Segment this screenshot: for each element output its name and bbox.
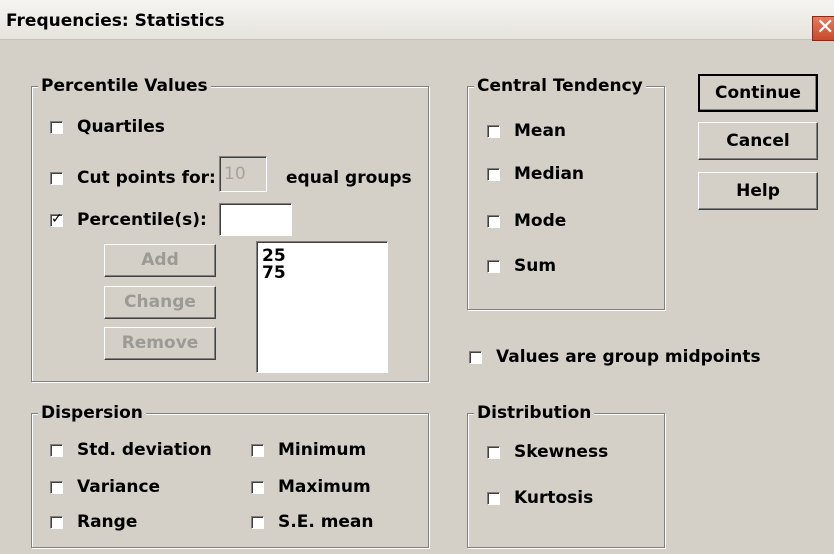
distribution-group: Distribution: [467, 402, 665, 548]
skewness-checkbox[interactable]: Skewness: [487, 442, 608, 462]
equal-groups-label: equal groups: [286, 168, 412, 188]
cut-points-checkbox[interactable]: Cut points for:: [50, 168, 216, 188]
kurtosis-checkbox[interactable]: Kurtosis: [487, 488, 593, 508]
cut-points-input: 10: [219, 156, 267, 192]
minimum-box[interactable]: [251, 443, 264, 457]
central-tendency-group: Central Tendency: [467, 75, 665, 310]
percentile-list[interactable]: 25 75: [256, 241, 388, 373]
range-box[interactable]: [50, 515, 63, 529]
minimum-label: Minimum: [278, 440, 367, 460]
title-bar: Frequencies: Statistics ✕: [0, 0, 834, 41]
sum-box[interactable]: [487, 259, 500, 273]
percentile-input[interactable]: [219, 203, 292, 236]
mode-checkbox[interactable]: Mode: [487, 211, 566, 231]
range-checkbox[interactable]: Range: [50, 512, 137, 532]
mode-box[interactable]: [487, 214, 500, 228]
kurtosis-box[interactable]: [487, 491, 500, 505]
change-button[interactable]: Change: [104, 286, 216, 319]
variance-checkbox[interactable]: Variance: [50, 477, 160, 497]
maximum-box[interactable]: [251, 480, 264, 494]
mean-label: Mean: [514, 121, 567, 141]
percentiles-box[interactable]: ✓: [50, 211, 63, 227]
close-icon: ✕: [816, 15, 834, 40]
mean-box[interactable]: [487, 124, 500, 138]
group-midpoints-label: Values are group midpoints: [496, 347, 761, 367]
skewness-label: Skewness: [514, 442, 609, 462]
quartiles-label: Quartiles: [77, 117, 165, 137]
cancel-button[interactable]: Cancel: [698, 122, 818, 160]
cut-points-box[interactable]: [50, 171, 63, 185]
window-title: Frequencies: Statistics: [6, 11, 225, 31]
kurtosis-label: Kurtosis: [514, 488, 594, 508]
quartiles-checkbox[interactable]: Quartiles: [50, 117, 165, 137]
mode-label: Mode: [514, 211, 567, 231]
std-deviation-checkbox[interactable]: Std. deviation: [50, 440, 212, 460]
central-tendency-legend: Central Tendency: [474, 75, 646, 97]
skewness-box[interactable]: [487, 445, 500, 459]
minimum-checkbox[interactable]: Minimum: [251, 440, 366, 460]
percentiles-label: Percentile(s):: [77, 210, 207, 230]
sum-label: Sum: [514, 256, 557, 276]
se-mean-checkbox[interactable]: S.E. mean: [251, 512, 374, 532]
maximum-checkbox[interactable]: Maximum: [251, 477, 371, 497]
se-mean-box[interactable]: [251, 515, 264, 529]
list-item[interactable]: 75: [257, 265, 387, 282]
cut-points-label: Cut points for:: [77, 168, 216, 188]
variance-label: Variance: [77, 477, 161, 497]
percentiles-checkbox[interactable]: ✓ Percentile(s):: [50, 210, 207, 230]
distribution-legend: Distribution: [474, 402, 595, 424]
std-deviation-box[interactable]: [50, 443, 63, 457]
continue-button[interactable]: Continue: [698, 74, 818, 112]
percentile-values-legend: Percentile Values: [38, 75, 211, 97]
group-midpoints-box[interactable]: [469, 350, 482, 364]
se-mean-label: S.E. mean: [278, 512, 374, 532]
sum-checkbox[interactable]: Sum: [487, 256, 556, 276]
dispersion-legend: Dispersion: [38, 402, 146, 424]
mean-checkbox[interactable]: Mean: [487, 121, 566, 141]
close-button[interactable]: ✕: [812, 16, 834, 41]
median-box[interactable]: [487, 167, 500, 181]
median-checkbox[interactable]: Median: [487, 164, 584, 184]
cut-points-value: 10: [224, 164, 246, 184]
std-deviation-label: Std. deviation: [77, 440, 212, 460]
remove-button[interactable]: Remove: [104, 327, 216, 360]
check-icon: ✓: [51, 210, 63, 227]
quartiles-box[interactable]: [50, 120, 63, 134]
add-button[interactable]: Add: [104, 244, 216, 277]
group-midpoints-checkbox[interactable]: Values are group midpoints: [469, 347, 761, 367]
maximum-label: Maximum: [278, 477, 371, 497]
median-label: Median: [514, 164, 585, 184]
help-button[interactable]: Help: [698, 172, 818, 210]
variance-box[interactable]: [50, 480, 63, 494]
range-label: Range: [77, 512, 138, 532]
